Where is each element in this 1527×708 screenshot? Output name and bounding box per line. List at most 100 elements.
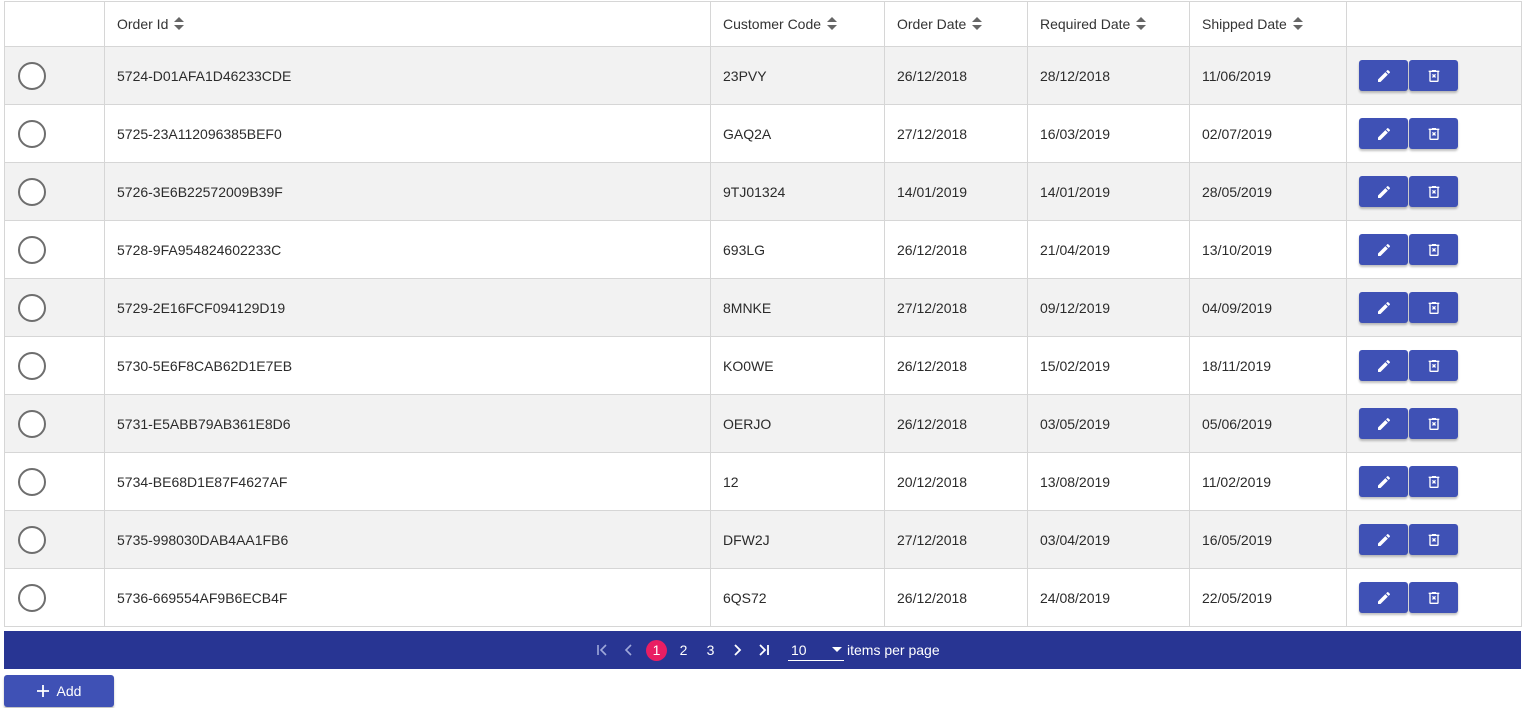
header-customer-code[interactable]: Customer Code [710,1,885,47]
row-select-radio[interactable] [18,409,46,438]
cell-customer-code: KO0WE [710,336,885,395]
table-row[interactable]: 5729-2E16FCF094129D19 8MNKE 27/12/2018 09/1… [4,278,1522,337]
table-row[interactable]: 5728-9FA954824602233C 693LG 26/12/2018 21/0… [4,220,1522,279]
delete-button[interactable] [1409,60,1458,91]
delete-button[interactable] [1409,292,1458,323]
pencil-icon [1377,533,1390,546]
edit-button[interactable] [1359,466,1408,497]
sort-icon[interactable] [972,17,983,31]
edit-button[interactable] [1359,234,1408,265]
cell-order-date: 26/12/2018 [884,46,1028,105]
plus-icon [36,685,49,697]
cell-shipped-date: 05/06/2019 [1189,394,1347,453]
select-cell [4,104,105,163]
delete-button[interactable] [1409,524,1458,555]
cell-required-date: 28/12/2018 [1027,46,1190,105]
page-size-select[interactable]: 10 [788,639,844,661]
cell-order-date: 26/12/2018 [884,336,1028,395]
sort-icon[interactable] [827,17,838,31]
actions-cell [1346,278,1522,337]
cell-order-id: 5729-2E16FCF094129D19 [104,278,711,337]
actions-cell [1346,162,1522,221]
cell-customer-code: 9TJ01324 [710,162,885,221]
cell-shipped-date: 18/11/2019 [1189,336,1347,395]
delete-button[interactable] [1409,408,1458,439]
page-number-2[interactable]: 2 [673,640,694,661]
last-page-icon[interactable] [754,640,774,660]
row-select-radio[interactable] [18,177,46,206]
cell-order-date: 26/12/2018 [884,220,1028,279]
cell-shipped-date: 13/10/2019 [1189,220,1347,279]
trash-icon [1428,69,1439,82]
header-shipped-date[interactable]: Shipped Date [1189,1,1347,47]
cell-shipped-date: 28/05/2019 [1189,162,1347,221]
pencil-icon [1377,301,1390,314]
sort-icon[interactable] [174,17,185,31]
items-per-page-label: items per page [847,642,940,658]
trash-icon [1428,243,1439,256]
edit-button[interactable] [1359,408,1408,439]
table-row[interactable]: 5736-669554AF9B6ECB4F 6QS72 26/12/2018 24/0… [4,568,1522,627]
grid-body: 5724-D01AFA1D46233CDE 23PVY 26/12/2018 28/1… [4,46,1522,627]
select-cell [4,394,105,453]
table-row[interactable]: 5725-23A112096385BEF0 GAQ2A 27/12/2018 16/0… [4,104,1522,163]
cell-order-id: 5730-5E6F8CAB62D1E7EB [104,336,711,395]
delete-button[interactable] [1409,582,1458,613]
table-row[interactable]: 5726-3E6B22572009B39F 9TJ01324 14/01/2019 1… [4,162,1522,221]
select-cell [4,452,105,511]
edit-button[interactable] [1359,292,1408,323]
edit-button[interactable] [1359,582,1408,613]
cell-shipped-date: 16/05/2019 [1189,510,1347,569]
first-page-icon[interactable] [592,640,612,660]
cell-customer-code: 6QS72 [710,568,885,627]
page-number-1[interactable]: 1 [646,639,667,661]
pencil-icon [1377,359,1390,372]
row-select-radio[interactable] [18,61,46,90]
delete-button[interactable] [1409,176,1458,207]
pencil-icon [1377,243,1390,256]
row-select-radio[interactable] [18,235,46,264]
chevron-right-icon[interactable] [727,640,747,660]
pencil-icon [1377,475,1390,488]
table-row[interactable]: 5731-E5ABB79AB361E8D6 OERJO 26/12/2018 03/0… [4,394,1522,453]
delete-button[interactable] [1409,350,1458,381]
trash-icon [1428,127,1439,140]
page-number-3[interactable]: 3 [700,640,721,661]
row-select-radio[interactable] [18,525,46,554]
edit-button[interactable] [1359,524,1408,555]
add-button[interactable]: Add [4,675,114,707]
header-order-id[interactable]: Order Id [104,1,711,47]
row-select-radio[interactable] [18,351,46,380]
trash-icon [1428,301,1439,314]
chevron-left-icon[interactable] [619,640,639,660]
row-select-radio[interactable] [18,583,46,612]
row-select-radio[interactable] [18,119,46,148]
table-row[interactable]: 5724-D01AFA1D46233CDE 23PVY 26/12/2018 28/1… [4,46,1522,105]
header-row: Order Id Customer Code Order Date Requir… [4,1,1522,47]
row-select-radio[interactable] [18,467,46,496]
cell-customer-code: 23PVY [710,46,885,105]
delete-button[interactable] [1409,118,1458,149]
actions-cell [1346,336,1522,395]
edit-button[interactable] [1359,176,1408,207]
trash-icon [1428,359,1439,372]
header-order-date[interactable]: Order Date [884,1,1028,47]
edit-button[interactable] [1359,60,1408,91]
cell-order-id: 5734-BE68D1E87F4627AF [104,452,711,511]
cell-required-date: 03/04/2019 [1027,510,1190,569]
cell-required-date: 24/08/2019 [1027,568,1190,627]
pencil-icon [1377,127,1390,140]
delete-button[interactable] [1409,234,1458,265]
row-select-radio[interactable] [18,293,46,322]
sort-icon[interactable] [1136,17,1147,31]
sort-icon[interactable] [1292,17,1303,31]
delete-button[interactable] [1409,466,1458,497]
table-row[interactable]: 5734-BE68D1E87F4627AF 12 20/12/2018 13/08/2… [4,452,1522,511]
table-row[interactable]: 5730-5E6F8CAB62D1E7EB KO0WE 26/12/2018 15/0… [4,336,1522,395]
header-required-date[interactable]: Required Date [1027,1,1190,47]
header-select [4,1,105,47]
trash-icon [1428,475,1439,488]
table-row[interactable]: 5735-998030DAB4AA1FB6 DFW2J 27/12/2018 03/0… [4,510,1522,569]
edit-button[interactable] [1359,118,1408,149]
edit-button[interactable] [1359,350,1408,381]
